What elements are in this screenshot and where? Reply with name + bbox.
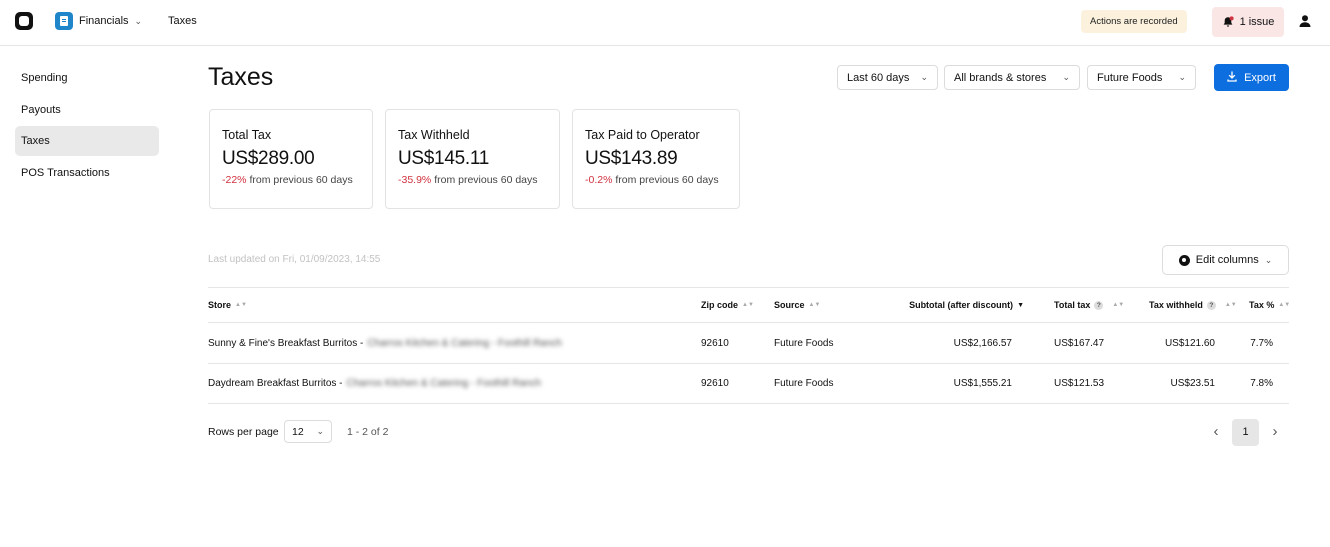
bell-icon bbox=[1222, 16, 1234, 28]
actions-recorded-badge: Actions are recorded bbox=[1081, 10, 1187, 33]
card-change: -35.9% from previous 60 days bbox=[398, 174, 559, 186]
sidebar-item-pos-transactions[interactable]: POS Transactions bbox=[15, 158, 159, 188]
change-suffix: from previous 60 days bbox=[249, 174, 353, 186]
taxes-table: Store ▲▼ Zip code ▲▼ Source ▲▼ Subtotal (af… bbox=[208, 287, 1290, 404]
card-label: Tax Paid to Operator bbox=[585, 128, 700, 142]
sidebar: Spending Payouts Taxes POS Transactions bbox=[15, 63, 159, 189]
card-label: Total Tax bbox=[222, 128, 272, 142]
table-row[interactable]: Daydream Breakfast Burritos - Charros Kit… bbox=[208, 363, 1289, 404]
gear-icon bbox=[1178, 254, 1190, 266]
chevron-down-icon: ⌄ bbox=[1264, 254, 1273, 265]
zip-cell: 92610 bbox=[701, 337, 729, 349]
tax-withheld-cell: US$23.51 bbox=[1170, 378, 1215, 389]
operator-label: Future Foods bbox=[1097, 71, 1163, 84]
change-percent: -22% bbox=[222, 174, 247, 186]
sort-icon: ▲▼ bbox=[1112, 302, 1125, 308]
brands-stores-label: All brands & stores bbox=[954, 71, 1047, 84]
subtotal-cell: US$2,166.57 bbox=[953, 337, 1012, 349]
sidebar-item-payouts[interactable]: Payouts bbox=[15, 95, 159, 125]
date-range-label: Last 60 days bbox=[847, 71, 910, 84]
app-name: Financials bbox=[79, 15, 129, 27]
edit-columns-button[interactable]: Edit columns ⌄ bbox=[1162, 245, 1289, 275]
help-icon[interactable]: ? bbox=[1094, 300, 1104, 310]
card-value: US$143.89 bbox=[585, 148, 678, 169]
card-value: US$289.00 bbox=[222, 148, 315, 169]
top-bar: Financials ⌄ Taxes Actions are recorded … bbox=[0, 0, 1330, 46]
chevron-down-icon: ⌄ bbox=[920, 72, 928, 82]
sort-icon: ▲▼ bbox=[235, 302, 247, 308]
page-title: Taxes bbox=[208, 63, 274, 91]
change-percent: -35.9% bbox=[398, 174, 432, 186]
column-header-zip[interactable]: Zip code ▲▼ bbox=[701, 288, 754, 322]
store-cell: Daydream Breakfast Burritos - Charros Kit… bbox=[208, 378, 542, 389]
sort-desc-icon: ▼ bbox=[1017, 301, 1024, 309]
last-updated-text: Last updated on Fri, 01/09/2023, 14:55 bbox=[208, 254, 381, 265]
sort-icon: ▲▼ bbox=[808, 302, 821, 308]
sidebar-item-taxes[interactable]: Taxes bbox=[15, 126, 159, 156]
app-switcher[interactable]: Financials ⌄ bbox=[55, 12, 142, 30]
export-button[interactable]: Export bbox=[1214, 64, 1289, 91]
breadcrumb[interactable]: Taxes bbox=[168, 15, 197, 27]
sort-icon: ▲▼ bbox=[742, 302, 754, 308]
operator-select[interactable]: Future Foods ⌄ bbox=[1087, 65, 1196, 90]
subtotal-cell: US$1,555.21 bbox=[953, 378, 1012, 389]
table-row[interactable]: Sunny & Fine's Breakfast Burritos - Charr… bbox=[208, 322, 1289, 363]
card-change: -0.2% from previous 60 days bbox=[585, 174, 739, 186]
total-tax-card: Total Tax US$289.00 -22% from previous 6… bbox=[209, 109, 373, 209]
column-header-source[interactable]: Source ▲▼ bbox=[774, 288, 820, 322]
change-suffix: from previous 60 days bbox=[615, 174, 719, 186]
tax-withheld-card: Tax Withheld US$145.11 -35.9% from previ… bbox=[385, 109, 560, 209]
help-icon[interactable]: ? bbox=[1206, 300, 1216, 310]
tax-withheld-cell: US$121.60 bbox=[1164, 337, 1215, 349]
table-header-row: Store ▲▼ Zip code ▲▼ Source ▲▼ Subtotal (af… bbox=[208, 287, 1290, 322]
rows-per-page-select[interactable]: 12 ⌄ bbox=[284, 420, 332, 443]
column-header-tax-withheld[interactable]: Tax withheld? ▲▼ bbox=[1149, 288, 1237, 322]
card-change: -22% from previous 60 days bbox=[222, 174, 372, 186]
store-detail-blurred: Charros Kitchen & Catering - Foothill Ra… bbox=[367, 337, 562, 349]
sort-icon: ▲▼ bbox=[1278, 302, 1291, 308]
download-icon bbox=[1227, 71, 1237, 85]
source-cell: Future Foods bbox=[774, 337, 834, 349]
previous-page-icon[interactable]: ‹ bbox=[1209, 424, 1223, 440]
rows-per-page-value: 12 bbox=[292, 425, 304, 438]
change-percent: -0.2% bbox=[585, 174, 613, 186]
date-range-select[interactable]: Last 60 days ⌄ bbox=[837, 65, 938, 90]
column-header-total-tax[interactable]: Total tax? ▲▼ bbox=[1054, 288, 1124, 322]
tax-pct-cell: 7.8% bbox=[1250, 378, 1273, 389]
issues-label: 1 issue bbox=[1239, 16, 1275, 28]
column-header-tax-pct[interactable]: Tax % ▲▼ bbox=[1249, 288, 1290, 322]
chevron-down-icon: ⌄ bbox=[1062, 72, 1070, 82]
card-label: Tax Withheld bbox=[398, 128, 470, 142]
store-detail-blurred: Charros Kitchen & Catering - Foothill Ra… bbox=[346, 378, 542, 389]
source-cell: Future Foods bbox=[774, 378, 834, 389]
user-icon[interactable] bbox=[1298, 14, 1312, 28]
total-tax-cell: US$121.53 bbox=[1054, 378, 1105, 389]
tax-pct-cell: 7.7% bbox=[1250, 337, 1273, 349]
store-cell: Sunny & Fine's Breakfast Burritos - Charr… bbox=[208, 337, 562, 349]
chevron-down-icon: ⌄ bbox=[134, 15, 143, 26]
financials-app-icon bbox=[55, 12, 73, 30]
column-header-subtotal[interactable]: Subtotal (after discount) ▼ bbox=[908, 288, 1024, 322]
pagination-range: 1 - 2 of 2 bbox=[347, 426, 389, 438]
logo-icon[interactable] bbox=[15, 12, 33, 30]
rows-per-page-label: Rows per page bbox=[208, 426, 279, 438]
card-value: US$145.11 bbox=[398, 148, 489, 169]
tax-paid-to-operator-card: Tax Paid to Operator US$143.89 -0.2% fro… bbox=[572, 109, 740, 209]
change-suffix: from previous 60 days bbox=[434, 174, 538, 186]
sidebar-item-spending[interactable]: Spending bbox=[15, 63, 159, 93]
sort-icon: ▲▼ bbox=[1224, 302, 1237, 308]
brands-stores-select[interactable]: All brands & stores ⌄ bbox=[944, 65, 1080, 90]
page-number-button[interactable]: 1 bbox=[1232, 419, 1259, 446]
edit-columns-label: Edit columns bbox=[1195, 254, 1259, 266]
issues-button[interactable]: 1 issue bbox=[1212, 7, 1284, 37]
chevron-down-icon: ⌄ bbox=[1178, 72, 1186, 82]
chevron-down-icon: ⌄ bbox=[316, 426, 324, 436]
zip-cell: 92610 bbox=[701, 378, 729, 389]
export-label: Export bbox=[1244, 71, 1276, 84]
column-header-store[interactable]: Store ▲▼ bbox=[208, 288, 247, 322]
next-page-icon[interactable]: › bbox=[1268, 424, 1282, 440]
total-tax-cell: US$167.47 bbox=[1054, 337, 1105, 349]
